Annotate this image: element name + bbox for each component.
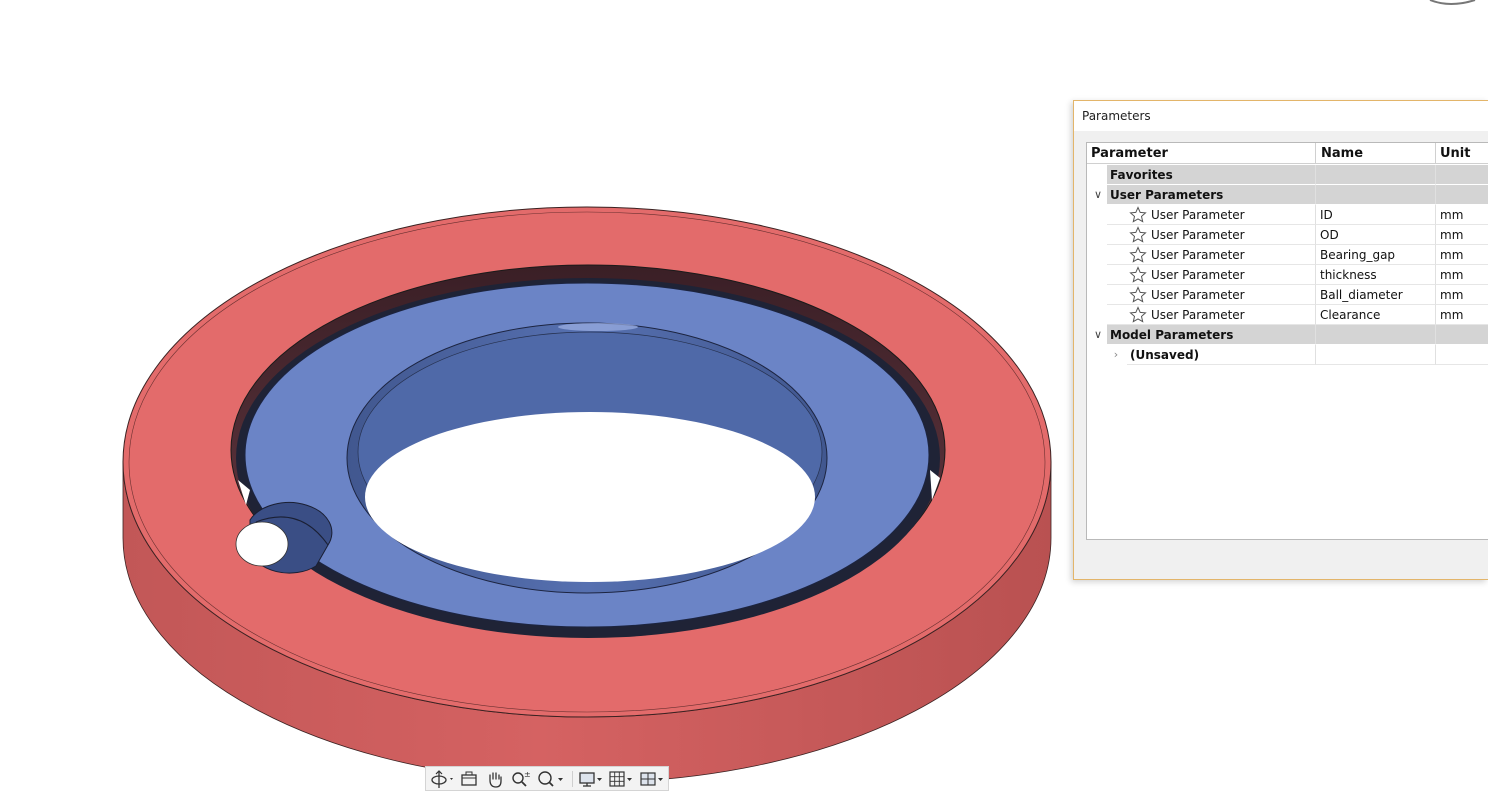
- favorites-label: Favorites: [1107, 165, 1316, 185]
- orbit-icon[interactable]: [429, 769, 457, 789]
- indent-cell: [1107, 245, 1127, 265]
- zoom-icon[interactable]: ±: [510, 769, 532, 789]
- table-row[interactable]: User Parameter OD mm: [1087, 225, 1488, 245]
- parameters-table: Parameter Name Unit Favorites ∨ User Par…: [1086, 142, 1488, 540]
- parameter-type: User Parameter: [1127, 305, 1316, 325]
- user-parameters-label: User Parameters: [1110, 188, 1224, 202]
- unsaved-row[interactable]: › (Unsaved): [1087, 345, 1488, 365]
- user-parameters-unit-cell: [1436, 185, 1488, 205]
- chevron-down-icon[interactable]: ∨: [1091, 185, 1105, 205]
- indent-cell: [1107, 305, 1127, 325]
- toolbar-separator: [572, 771, 573, 787]
- parameter-name[interactable]: Ball_diameter: [1316, 285, 1436, 305]
- favorites-unit-cell: [1436, 165, 1488, 185]
- table-row[interactable]: User Parameter Clearance mm: [1087, 305, 1488, 325]
- parameter-unit[interactable]: mm: [1436, 265, 1488, 285]
- user-parameters-name-cell: [1316, 185, 1436, 205]
- model-parameters-name-cell: [1316, 325, 1436, 345]
- unsaved-unit-cell: [1436, 345, 1488, 365]
- indent-cell: [1107, 265, 1127, 285]
- chevron-right-icon[interactable]: ›: [1109, 345, 1123, 365]
- parameter-unit[interactable]: mm: [1436, 205, 1488, 225]
- parameter-unit[interactable]: mm: [1436, 225, 1488, 245]
- parameter-name[interactable]: Bearing_gap: [1316, 245, 1436, 265]
- grid-snaps-icon[interactable]: [608, 769, 636, 789]
- model-parameters-label: Model Parameters: [1107, 325, 1316, 345]
- viewports-icon[interactable]: [639, 769, 667, 789]
- parameters-dialog: Parameters Parameter Name Unit Favorites…: [1073, 100, 1488, 580]
- ball-slot-hole: [235, 521, 289, 567]
- fit-icon[interactable]: [536, 769, 566, 789]
- look-at-icon[interactable]: [459, 769, 479, 789]
- dialog-titlebar[interactable]: Parameters: [1074, 101, 1488, 132]
- parameter-type: User Parameter: [1127, 265, 1316, 285]
- viewcube-fragment[interactable]: [1420, 0, 1480, 6]
- favorites-group-row[interactable]: Favorites: [1087, 165, 1488, 185]
- user-parameters-cell: User Parameters +: [1107, 185, 1328, 205]
- model-parameters-unit-cell: [1436, 325, 1488, 345]
- parameter-name[interactable]: Clearance: [1316, 305, 1436, 325]
- table-row[interactable]: User Parameter Ball_diameter mm: [1087, 285, 1488, 305]
- table-row[interactable]: User Parameter ID mm: [1087, 205, 1488, 225]
- parameter-name[interactable]: OD: [1316, 225, 1436, 245]
- center-hole: [365, 412, 815, 582]
- pan-icon[interactable]: [485, 769, 505, 789]
- parameter-type: User Parameter: [1127, 285, 1316, 305]
- table-row[interactable]: User Parameter Bearing_gap mm: [1087, 245, 1488, 265]
- indent-cell: [1107, 205, 1127, 225]
- parameter-unit[interactable]: mm: [1436, 305, 1488, 325]
- dialog-title: Parameters: [1082, 109, 1151, 123]
- user-parameters-group-row[interactable]: ∨ User Parameters +: [1087, 185, 1488, 205]
- table-row[interactable]: User Parameter thickness mm: [1087, 265, 1488, 285]
- parameter-name[interactable]: ID: [1316, 205, 1436, 225]
- display-settings-icon[interactable]: [578, 769, 606, 789]
- svg-text:±: ±: [524, 770, 531, 779]
- model-parameters-group-row[interactable]: ∨ Model Parameters: [1087, 325, 1488, 345]
- parameter-type: User Parameter: [1127, 205, 1316, 225]
- header-unit[interactable]: Unit: [1436, 143, 1488, 164]
- favorites-name-cell: [1316, 165, 1436, 185]
- unsaved-name-cell: [1316, 345, 1436, 365]
- header-name[interactable]: Name: [1316, 143, 1436, 164]
- indent-cell: [1107, 285, 1127, 305]
- parameter-unit[interactable]: mm: [1436, 245, 1488, 265]
- indent-cell: [1107, 225, 1127, 245]
- parameter-type: User Parameter: [1127, 225, 1316, 245]
- chevron-down-icon[interactable]: ∨: [1091, 325, 1105, 345]
- navigation-toolbar: ±: [425, 766, 669, 791]
- unsaved-label: (Unsaved): [1127, 345, 1316, 365]
- parameter-unit[interactable]: mm: [1436, 285, 1488, 305]
- canvas-viewport[interactable]: Parameters Parameter Name Unit Favorites…: [0, 0, 1488, 793]
- parameter-type: User Parameter: [1127, 245, 1316, 265]
- parameter-name[interactable]: thickness: [1316, 265, 1436, 285]
- header-parameter[interactable]: Parameter: [1087, 143, 1316, 164]
